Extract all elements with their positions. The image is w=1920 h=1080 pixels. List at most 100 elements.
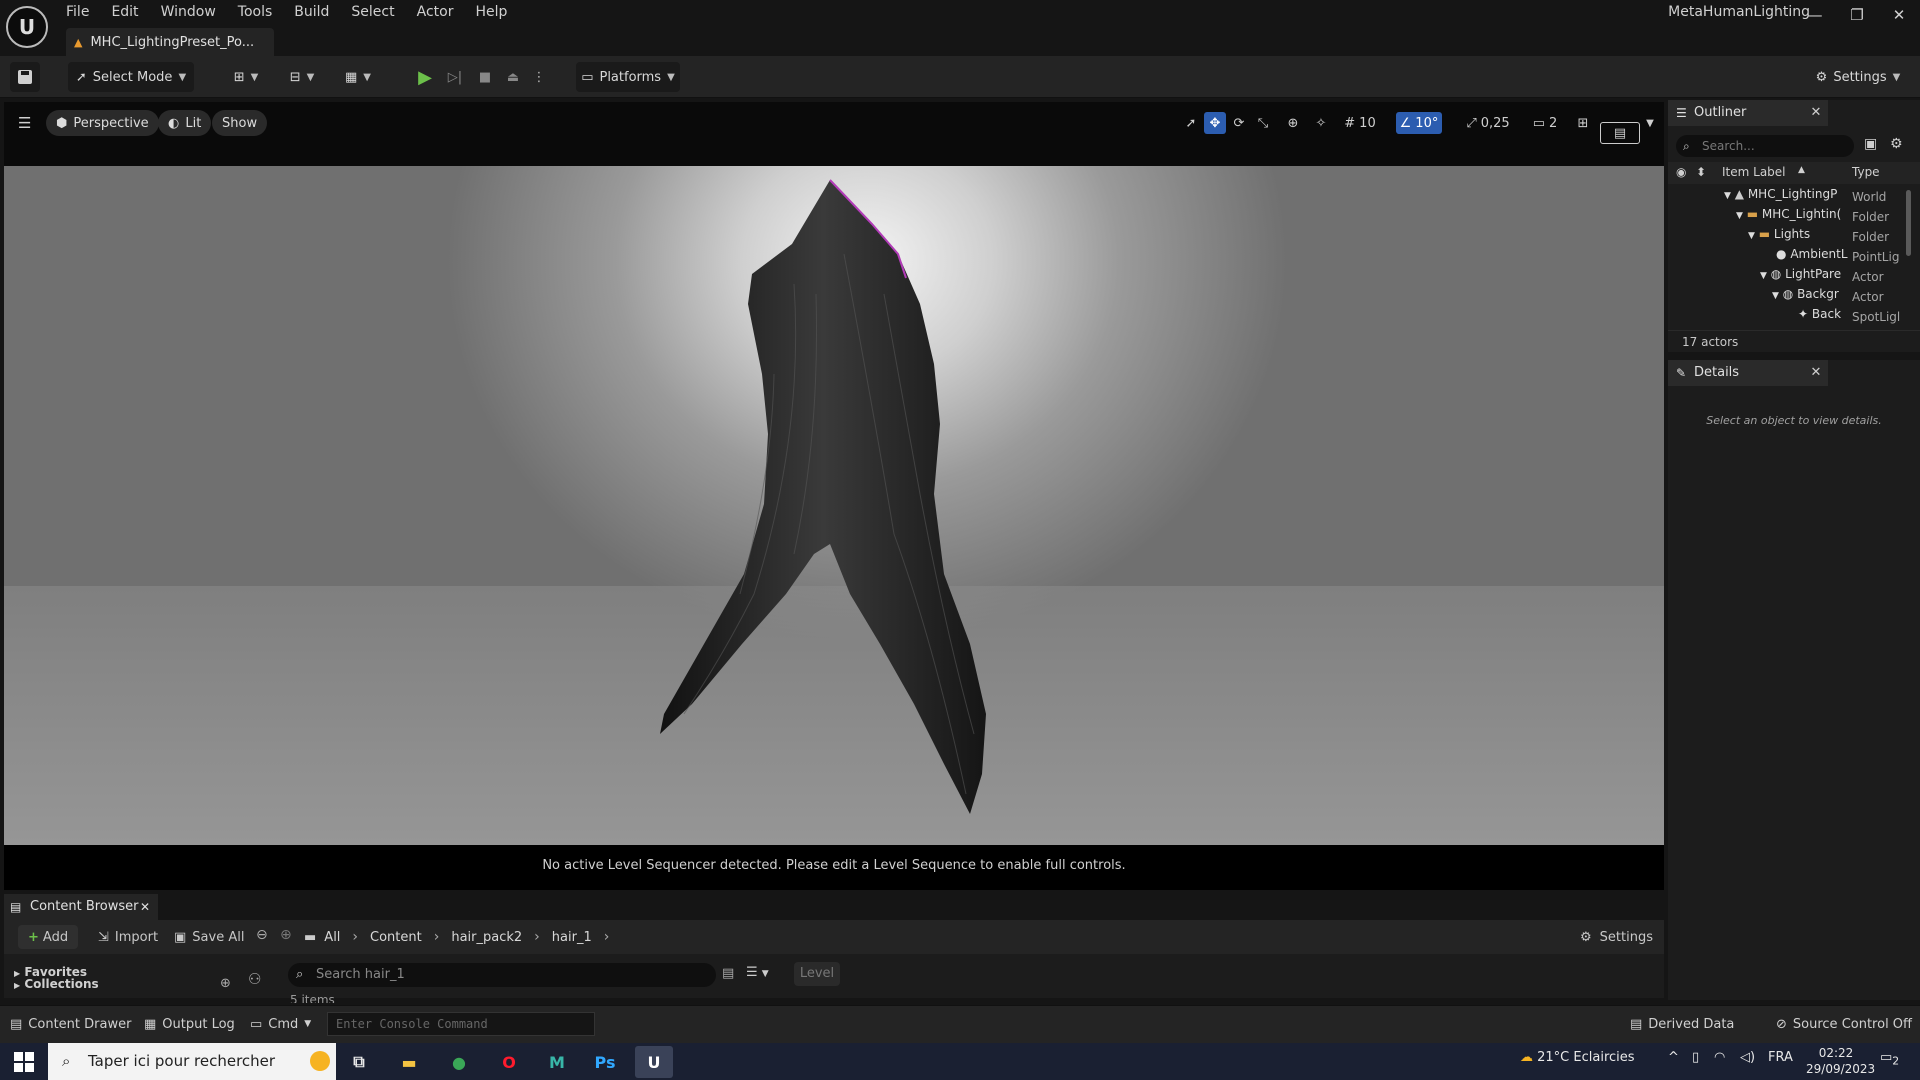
rotation-snap-button[interactable]: ∠ 10° bbox=[1396, 112, 1442, 134]
outliner-search-input[interactable]: ⌕ Search... bbox=[1676, 135, 1854, 157]
close-icon[interactable]: ✕ bbox=[1804, 360, 1828, 386]
cinematics-button[interactable]: ▦ ▼ bbox=[336, 62, 380, 92]
chevron-down-icon[interactable]: ▼ bbox=[1642, 112, 1658, 134]
tray-overflow-icon[interactable]: ^ bbox=[1668, 1050, 1679, 1065]
unreal-logo-icon[interactable]: U bbox=[6, 6, 48, 48]
folder-add-icon[interactable]: ▣ bbox=[1864, 136, 1877, 152]
task-view-icon[interactable]: ⧉ bbox=[340, 1046, 378, 1078]
play-button[interactable]: ▶ bbox=[412, 62, 438, 92]
sources-tree[interactable]: ▶ Favorites ▶ Collections bbox=[14, 966, 99, 991]
outliner-tab[interactable]: ☰ Outliner ✕ bbox=[1668, 100, 1828, 126]
select-mode-dropdown[interactable]: ➚ Select Mode ▼ bbox=[68, 62, 194, 92]
minimize-button[interactable]: — bbox=[1800, 6, 1830, 26]
breadcrumb-content[interactable]: Content bbox=[370, 930, 422, 945]
expand-arrow-icon[interactable]: ▼ bbox=[1760, 271, 1767, 281]
output-log-button[interactable]: ▦ Output Log bbox=[144, 1012, 235, 1036]
outliner-row[interactable]: ▼ ◍ LightPare bbox=[1760, 267, 1841, 287]
breadcrumb-hair-1[interactable]: hair_1 bbox=[552, 930, 592, 945]
restore-button[interactable]: ❐ bbox=[1842, 6, 1872, 26]
level-filter-chip[interactable]: Level bbox=[794, 962, 840, 986]
menu-help[interactable]: Help bbox=[475, 1, 519, 23]
derived-data-button[interactable]: ▤ Derived Data bbox=[1630, 1012, 1734, 1036]
content-search-input[interactable]: ⌕ Search hair_1 bbox=[288, 963, 716, 987]
outliner-row[interactable]: ● AmbientL bbox=[1776, 247, 1848, 267]
menu-tools[interactable]: Tools bbox=[238, 1, 285, 23]
expand-arrow-icon[interactable]: ▼ bbox=[1724, 191, 1731, 201]
type-column[interactable]: Type bbox=[1852, 165, 1880, 179]
volume-icon[interactable]: ◁) bbox=[1740, 1050, 1755, 1065]
photoshop-icon[interactable]: Ps bbox=[586, 1046, 624, 1078]
close-icon[interactable]: ✕ bbox=[140, 894, 150, 920]
expand-arrow-icon[interactable]: ▼ bbox=[1748, 231, 1755, 241]
wifi-icon[interactable]: ◠ bbox=[1714, 1050, 1725, 1065]
platforms-dropdown[interactable]: ▭ Platforms ▼ bbox=[576, 62, 680, 92]
add-actor-button[interactable]: ⊞ ▼ bbox=[224, 62, 268, 92]
menu-build[interactable]: Build bbox=[294, 1, 341, 23]
item-label-column[interactable]: Item Label bbox=[1722, 165, 1786, 179]
breadcrumb-hair-pack2[interactable]: hair_pack2 bbox=[451, 930, 522, 945]
rotate-tool-icon[interactable]: ⟳ bbox=[1228, 112, 1250, 134]
document-tab[interactable]: ▲ MHC_LightingPreset_Po... bbox=[66, 28, 274, 56]
language-indicator[interactable]: FRA bbox=[1768, 1050, 1793, 1065]
perspective-button[interactable]: ⬢ Perspective bbox=[46, 110, 159, 136]
content-browser-tab[interactable]: ▤ Content Browser ✕ bbox=[4, 894, 158, 920]
outliner-scrollbar[interactable] bbox=[1906, 190, 1911, 256]
outliner-row[interactable]: ▼ ▲ MHC_LightingP bbox=[1724, 187, 1837, 207]
file-explorer-icon[interactable]: ▬ bbox=[390, 1046, 428, 1078]
menu-file[interactable]: File bbox=[66, 1, 101, 23]
expand-arrow-icon[interactable]: ▼ bbox=[1772, 291, 1779, 301]
viewport-layout-icon[interactable]: ▤ bbox=[1600, 122, 1640, 144]
menu-edit[interactable]: Edit bbox=[111, 1, 150, 23]
windows-start-icon[interactable] bbox=[14, 1052, 34, 1072]
breadcrumb-all[interactable]: All bbox=[324, 930, 340, 945]
menu-actor[interactable]: Actor bbox=[417, 1, 466, 23]
chrome-icon[interactable]: ● bbox=[440, 1046, 478, 1078]
play-options-button[interactable]: ⋮ bbox=[528, 62, 550, 92]
opera-icon[interactable]: O bbox=[490, 1046, 528, 1078]
save-search-icon[interactable]: ▤ bbox=[722, 966, 734, 981]
layout-icon[interactable]: ⊞ bbox=[1572, 112, 1594, 134]
collections-section[interactable]: ▶ Collections bbox=[14, 978, 99, 991]
gear-icon[interactable]: ⚙ bbox=[1890, 136, 1903, 152]
pin-icon[interactable]: ⬍ bbox=[1696, 165, 1706, 179]
weather-widget[interactable]: ☁ 21°C Eclaircies bbox=[1520, 1050, 1635, 1065]
collection-icon[interactable]: ⚇ bbox=[248, 970, 261, 988]
close-icon[interactable]: ✕ bbox=[1804, 100, 1828, 126]
show-button[interactable]: Show bbox=[212, 110, 268, 136]
add-collection-icon[interactable]: ⊕ bbox=[220, 976, 231, 991]
world-space-icon[interactable]: ⊕ bbox=[1282, 112, 1304, 134]
visibility-icon[interactable]: ◉ bbox=[1676, 165, 1686, 179]
stop-button[interactable]: ■ bbox=[472, 62, 498, 92]
menu-select[interactable]: Select bbox=[351, 1, 406, 23]
camera-speed-button[interactable]: ▭ 2 bbox=[1526, 112, 1564, 134]
hair-mesh[interactable] bbox=[644, 174, 1084, 834]
eject-button[interactable]: ⏏ bbox=[500, 62, 526, 92]
grid-snap-button[interactable]: #10 bbox=[1340, 112, 1380, 134]
advance-frame-button[interactable]: ▷| bbox=[442, 62, 468, 92]
windows-search-box[interactable]: ⌕ Taper ici pour rechercher bbox=[48, 1043, 336, 1080]
outliner-row[interactable]: ▼ ▬ Lights bbox=[1748, 227, 1810, 247]
source-control-button[interactable]: ⊘ Source Control Off bbox=[1776, 1012, 1912, 1036]
battery-icon[interactable]: ▯ bbox=[1692, 1050, 1699, 1065]
outliner-row[interactable]: ✦ Back bbox=[1798, 307, 1841, 327]
settings-dropdown[interactable]: ⚙ Settings ▼ bbox=[1808, 62, 1908, 92]
menu-window[interactable]: Window bbox=[161, 1, 228, 23]
scale-tool-icon[interactable]: ⤡ bbox=[1252, 112, 1274, 134]
lit-button[interactable]: ◐ Lit bbox=[158, 110, 212, 136]
hamburger-menu-icon[interactable]: ☰ bbox=[18, 114, 36, 132]
translate-tool-icon[interactable]: ✥ bbox=[1204, 112, 1226, 134]
details-tab[interactable]: ✎ Details ✕ bbox=[1668, 360, 1828, 386]
console-command-input[interactable]: Enter Console Command bbox=[327, 1012, 595, 1036]
notifications-icon[interactable]: ▭2 bbox=[1880, 1050, 1899, 1068]
save-icon[interactable] bbox=[10, 62, 40, 92]
outliner-row[interactable]: ▼ ▬ MHC_Lightin( bbox=[1736, 207, 1841, 227]
forward-icon[interactable]: ⊕ bbox=[280, 927, 292, 943]
cmd-dropdown[interactable]: ▭ Cmd ▼ bbox=[250, 1012, 311, 1036]
clock[interactable]: 02:22 29/09/2023 bbox=[1806, 1045, 1875, 1077]
maya-icon[interactable]: M bbox=[538, 1046, 576, 1078]
viewport-scene[interactable] bbox=[4, 166, 1664, 845]
blueprint-button[interactable]: ⊟ ▼ bbox=[280, 62, 324, 92]
content-drawer-button[interactable]: ▤ Content Drawer bbox=[10, 1012, 131, 1036]
scale-snap-button[interactable]: ⤢ 0,25 bbox=[1462, 112, 1514, 134]
back-icon[interactable]: ⊖ bbox=[256, 927, 268, 943]
